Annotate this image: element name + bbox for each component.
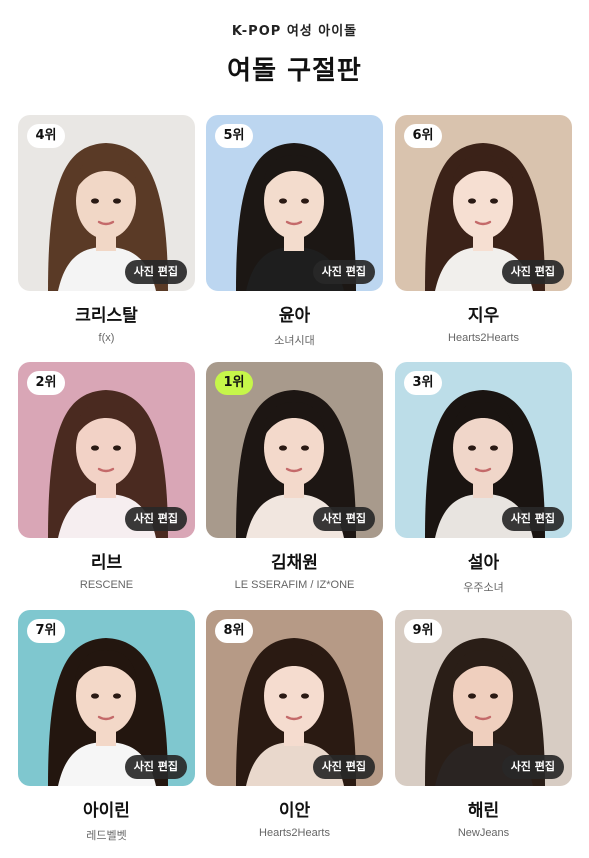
idol-photo[interactable]: 8위사진 편집 [206,610,383,786]
idol-card[interactable]: 6위사진 편집지우 Hearts2Hearts [395,115,572,344]
idol-card[interactable]: 4위사진 편집크리스탈 f(x) [18,115,195,344]
idol-photo[interactable]: 4위사진 편집 [18,115,195,291]
idol-name: 이안 [278,801,311,821]
idol-group: LE SSERAFIM / IZ*ONE [234,579,355,591]
edit-photo-button[interactable]: 사진 편집 [124,755,187,779]
idol-card[interactable]: 5위사진 편집윤아소녀시대 [206,115,383,348]
edit-photo-button[interactable]: 사진 편집 [501,260,564,284]
idol-group: NewJeans [457,827,510,839]
idol-photo[interactable]: 3위사진 편집 [395,362,572,538]
idol-name: 크리스탈 [75,306,138,326]
idol-card[interactable]: 8위사진 편집이안 Hearts2Hearts [206,610,383,839]
rank-badge: 7위 [27,619,65,643]
idol-group: 우주소녀 [463,582,504,594]
page-subtitle: K-POP 여성 아이돌 [231,24,358,39]
edit-photo-button[interactable]: 사진 편집 [501,507,564,531]
idol-group: RESCENE [79,579,134,591]
idol-card[interactable]: 1위사진 편집김채원 LE SSERAFIM / IZ*ONE [206,362,383,591]
idol-name: 해린 [467,801,500,821]
idol-group: Hearts2Hearts [259,827,330,839]
rank-badge: 9위 [404,619,442,643]
rank-badge: 5위 [215,124,253,148]
idol-photo[interactable]: 9위사진 편집 [395,610,572,786]
rank-badge: 3위 [404,371,442,395]
idol-photo[interactable]: 1위사진 편집 [206,362,383,538]
edit-photo-button[interactable]: 사진 편집 [312,260,375,284]
idol-group: 소녀시대 [274,335,315,347]
idol-group: Hearts2Hearts [448,332,519,344]
idol-photo[interactable]: 7위사진 편집 [18,610,195,786]
edit-photo-button[interactable]: 사진 편집 [501,755,564,779]
idol-photo[interactable]: 6위사진 편집 [395,115,572,291]
rank-badge: 6위 [404,124,442,148]
rank-badge: 2위 [27,371,65,395]
rank-badge: 8위 [215,619,253,643]
idol-name: 윤아 [278,306,311,326]
idol-card[interactable]: 3위사진 편집설아우주소녀 [395,362,572,595]
idol-name: 리브 [90,553,123,573]
idol-name: 김채원 [271,553,318,573]
idol-name: 지우 [467,306,500,326]
idol-group: 레드벨벳 [86,830,127,842]
idol-photo[interactable]: 2위사진 편집 [18,362,195,538]
edit-photo-button[interactable]: 사진 편집 [124,260,187,284]
idol-name: 아이린 [83,801,130,821]
idol-name: 설아 [467,553,500,573]
rank-badge: 4위 [27,124,65,148]
edit-photo-button[interactable]: 사진 편집 [312,507,375,531]
page-title: 여돌 구절판 [227,56,362,86]
rank-badge: 1위 [215,371,253,395]
edit-photo-button[interactable]: 사진 편집 [124,507,187,531]
edit-photo-button[interactable]: 사진 편집 [312,755,375,779]
idol-photo[interactable]: 5위사진 편집 [206,115,383,291]
idol-card[interactable]: 9위사진 편집해린 NewJeans [395,610,572,839]
idol-group: f(x) [98,332,115,344]
idol-card[interactable]: 2위사진 편집리브 RESCENE [18,362,195,591]
idol-card[interactable]: 7위사진 편집아이린레드벨벳 [18,610,195,843]
